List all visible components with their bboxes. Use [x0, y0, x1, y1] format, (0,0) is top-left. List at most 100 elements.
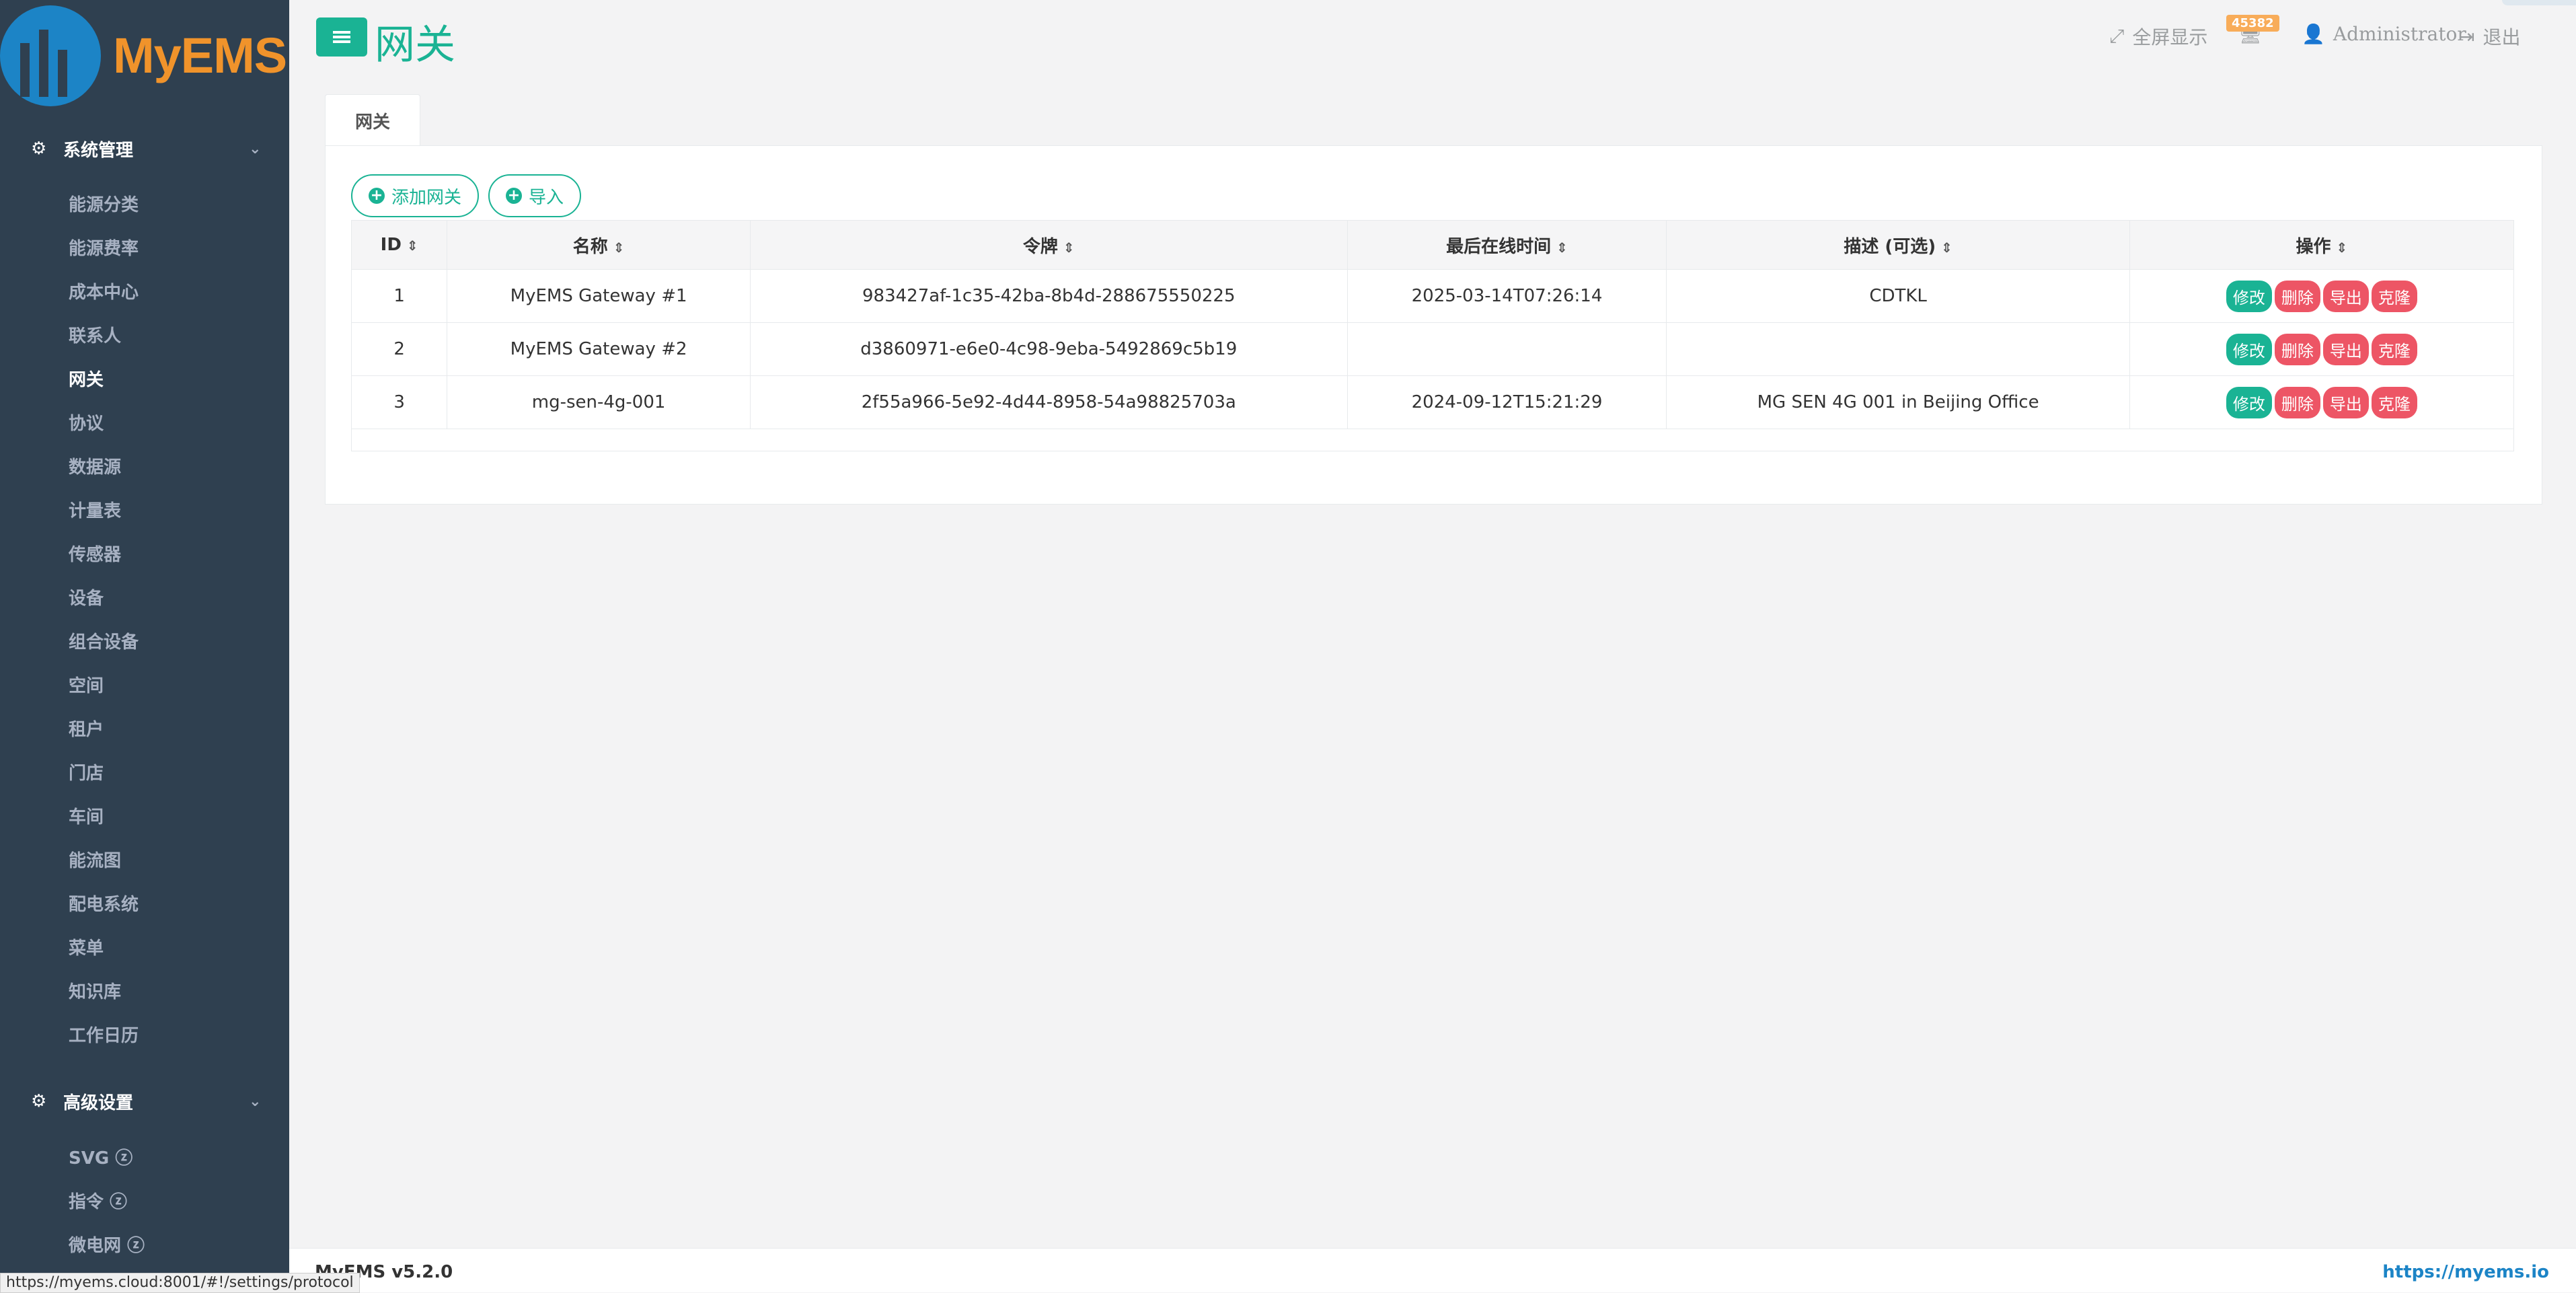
sidebar-item[interactable]: 门店 [69, 760, 104, 784]
table-body: 1 MyEMS Gateway #1 983427af-1c35-42ba-8b4d… [350, 269, 2515, 451]
sidebar-item[interactable]: 指令 ⓩ [69, 1188, 127, 1213]
menu-toggle-button[interactable] [316, 17, 367, 57]
column-header-label: 操作 [2296, 236, 2331, 257]
export-button[interactable]: 导出 [2322, 280, 2369, 312]
edit-button[interactable]: 修改 [2226, 386, 2272, 418]
user-icon: 👤 [2302, 23, 2325, 45]
chevron-down-icon: ⌄ [249, 1093, 262, 1110]
sort-icon: ⇕ [1063, 239, 1075, 256]
sidebar-item[interactable]: SVG ⓩ [69, 1144, 132, 1169]
sidebar-item[interactable]: 车间 [69, 803, 104, 828]
sidebar-item[interactable]: 配电系统 [69, 891, 139, 916]
user-menu[interactable]: 👤 Administrator [2302, 23, 2466, 45]
table-cell: 2024-09-12T15:21:29 [1347, 375, 1667, 429]
sidebar-section-system[interactable]: ⚙ 系统管理 ⌄ [0, 125, 289, 172]
gears-icon: ⚙ [31, 1091, 47, 1111]
page-title: 网关 [375, 22, 455, 69]
sidebar-item[interactable]: 传感器 [69, 541, 121, 566]
sidebar-item[interactable]: 设备 [69, 585, 104, 609]
sidebar-item[interactable]: 能流图 [69, 847, 121, 872]
export-button[interactable]: 导出 [2322, 333, 2369, 365]
sort-icon: ⇕ [1941, 239, 1953, 256]
sidebar-item[interactable]: 微电网 ⓩ [69, 1232, 145, 1257]
sidebar-item[interactable]: 成本中心 [69, 279, 139, 303]
fullscreen-button[interactable]: ⤢ 全屏显示 [2109, 23, 2207, 50]
column-header-label: 描述 (可选) [1844, 236, 1936, 257]
footer-link[interactable]: https://myems.io [2382, 1262, 2549, 1282]
chevron-down-icon: ⌄ [249, 140, 262, 157]
table-row: 3 mg-sen-4g-001 2f55a966-5e92-4d44-8958-54… [350, 375, 2515, 429]
table-cell: mg-sen-4g-001 [447, 375, 751, 429]
sidebar-item[interactable]: 知识库 [69, 978, 121, 1003]
table-cell: 2f55a966-5e92-4d44-8958-54a98825703a [749, 375, 1348, 429]
table-cell: MG SEN 4G 001 in Beijing Office [1666, 375, 2130, 429]
plus-circle-icon: + [506, 188, 522, 204]
delete-button[interactable]: 删除 [2274, 333, 2320, 365]
table-cell: 2025-03-14T07:26:14 [1347, 269, 1667, 323]
expand-icon: ⤢ [2109, 25, 2125, 47]
column-header[interactable]: 最后在线时间 ⇕ [1347, 220, 1667, 270]
export-button[interactable]: 导出 [2322, 386, 2369, 418]
sort-icon: ⇕ [2336, 239, 2348, 256]
sidebar: MyEMS ⚙ 系统管理 ⌄ 能源分类能源费率成本中心联系人网关协议数据源计量表… [0, 0, 289, 1292]
clone-button[interactable]: 克隆 [2371, 333, 2417, 365]
sidebar-item[interactable]: 网关 [69, 366, 104, 391]
logout-button[interactable]: ⇥ 退出 [2459, 23, 2520, 50]
edit-button[interactable]: 修改 [2226, 333, 2272, 365]
edit-button[interactable]: 修改 [2226, 280, 2272, 312]
corner-decoration [2502, 0, 2576, 5]
fullscreen-label: 全屏显示 [2132, 26, 2208, 48]
sidebar-section-label: 系统管理 [63, 140, 134, 161]
sidebar-item[interactable]: 能源分类 [69, 191, 139, 216]
delete-button[interactable]: 删除 [2274, 386, 2320, 418]
row-actions: 修改 删除 导出 克隆 [2129, 375, 2515, 429]
sidebar-item[interactable]: 能源费率 [69, 235, 139, 260]
column-header[interactable]: 令牌 ⇕ [749, 220, 1348, 270]
column-header[interactable]: 名称 ⇕ [447, 220, 751, 270]
column-header[interactable]: ID ⇕ [350, 220, 448, 270]
sidebar-item[interactable]: 联系人 [69, 322, 121, 347]
gateway-table: ID ⇕ 名称 ⇕ 令牌 ⇕ 最后在线时间 ⇕ 描述 (可选) ⇕ 操作 ⇕ 1 MyEMS Gatew… [350, 220, 2515, 451]
table-header-row: ID ⇕ 名称 ⇕ 令牌 ⇕ 最后在线时间 ⇕ 描述 (可选) ⇕ 操作 ⇕ [350, 220, 2515, 270]
sidebar-section-advanced[interactable]: ⚙ 高级设置 ⌄ [0, 1078, 289, 1125]
column-header[interactable]: 操作 ⇕ [2129, 220, 2515, 270]
row-actions: 修改 删除 导出 克隆 [2129, 322, 2515, 376]
notification-badge: 45382 [2226, 15, 2279, 32]
footer: MyEMS v5.2.0 https://myems.io [289, 1248, 2576, 1292]
gears-icon: ⚙ [31, 139, 47, 159]
table-cell: 983427af-1c35-42ba-8b4d-288675550225 [749, 269, 1348, 323]
add-gateway-label: 添加网关 [391, 187, 462, 208]
sidebar-item[interactable]: 工作日历 [69, 1022, 139, 1047]
sidebar-section-label: 高级设置 [63, 1093, 134, 1113]
table-cell: 1 [350, 269, 448, 323]
table-cell: d3860971-e6e0-4c98-9eba-5492869c5b19 [749, 322, 1348, 376]
sidebar-item[interactable]: 协议 [69, 410, 104, 435]
sidebar-item[interactable]: 菜单 [69, 934, 104, 959]
sidebar-item[interactable]: 空间 [69, 672, 104, 697]
sidebar-item[interactable]: 组合设备 [69, 628, 139, 653]
row-actions: 修改 删除 导出 克隆 [2129, 269, 2515, 323]
clone-button[interactable]: 克隆 [2371, 280, 2417, 312]
sort-icon: ⇕ [613, 239, 625, 256]
user-name: Administrator [2333, 23, 2466, 45]
import-label: 导入 [529, 187, 564, 208]
column-header[interactable]: 描述 (可选) ⇕ [1666, 220, 2130, 270]
sidebar-item[interactable]: 计量表 [69, 497, 121, 522]
sidebar-item[interactable]: 数据源 [69, 453, 121, 478]
table-cell: MyEMS Gateway #2 [447, 322, 751, 376]
logo[interactable]: MyEMS [0, 0, 289, 118]
hamburger-icon [333, 29, 350, 45]
table-cell: CDTKL [1666, 269, 2130, 323]
sidebar-item[interactable]: 租户 [69, 716, 104, 741]
tab-gateway[interactable]: 网关 [325, 94, 420, 146]
add-gateway-button[interactable]: + 添加网关 [351, 174, 480, 217]
clone-button[interactable]: 克隆 [2371, 386, 2417, 418]
import-button[interactable]: + 导入 [488, 174, 582, 217]
table-row: 2 MyEMS Gateway #2 d3860971-e6e0-4c98-9eba… [350, 322, 2515, 376]
column-header-label: 名称 [572, 236, 608, 257]
delete-button[interactable]: 删除 [2274, 280, 2320, 312]
logout-label: 退出 [2483, 26, 2521, 48]
logo-text: MyEMS [113, 28, 287, 83]
sign-out-icon: ⇥ [2459, 25, 2475, 48]
logo-mark [0, 5, 101, 106]
